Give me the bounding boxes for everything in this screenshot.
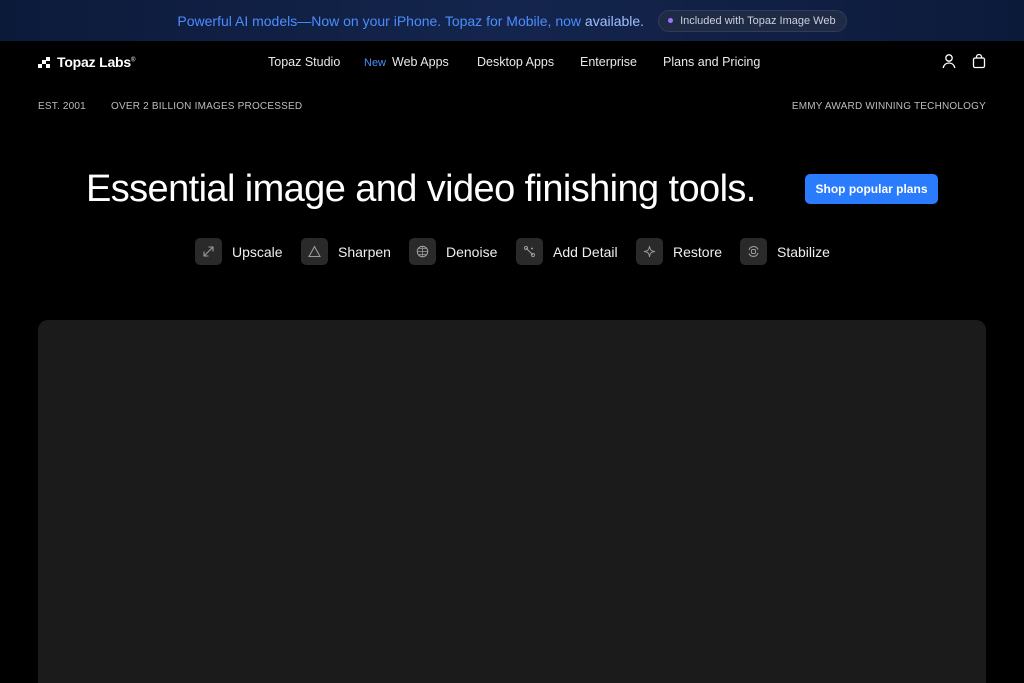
tagline-established: EST. 2001 xyxy=(38,101,86,112)
nav-link-web-apps[interactable]: New Web Apps xyxy=(364,55,449,69)
nav-link-topaz-studio[interactable]: Topaz Studio xyxy=(268,55,340,69)
announcement-banner: Powerful AI models—Now on your iPhone. T… xyxy=(0,0,1024,41)
denoise-icon xyxy=(409,238,436,265)
tool-upscale[interactable]: Upscale xyxy=(195,238,283,265)
dot-icon xyxy=(668,18,674,23)
tool-label: Restore xyxy=(673,243,723,260)
tool-label: Stabilize xyxy=(777,243,830,260)
tool-denoise[interactable]: Denoise xyxy=(409,238,497,265)
tool-add-detail[interactable]: Add Detail xyxy=(516,238,618,265)
nav-icons xyxy=(942,53,986,69)
add-detail-icon xyxy=(516,238,543,265)
account-icon[interactable] xyxy=(942,53,956,69)
banner-message: Powerful AI models—Now on your iPhone. T… xyxy=(177,12,582,29)
brand-logo[interactable]: Topaz Labs® xyxy=(38,54,135,70)
stabilize-icon xyxy=(740,238,767,265)
logo-mark-icon xyxy=(38,56,51,68)
shop-plans-button[interactable]: Shop popular plans xyxy=(805,174,938,204)
nav-link-web-apps-label: Web Apps xyxy=(392,55,449,69)
cart-icon[interactable] xyxy=(972,53,986,69)
new-badge: New xyxy=(364,57,387,69)
nav-link-enterprise[interactable]: Enterprise xyxy=(580,55,637,69)
tagline-award: EMMY AWARD WINNING TECHNOLOGY xyxy=(791,101,986,112)
tool-label: Upscale xyxy=(232,243,283,260)
banner-pill-label: Included with Topaz Image Web xyxy=(680,14,836,27)
tool-label: Denoise xyxy=(446,243,498,260)
banner-message-link[interactable]: Powerful AI models—Now on your iPhone. T… xyxy=(177,13,644,29)
tool-sharpen[interactable]: Sharpen xyxy=(301,238,391,265)
banner-pill[interactable]: Included with Topaz Image Web xyxy=(658,9,847,32)
hero-title: Essential image and video finishing tool… xyxy=(86,168,756,210)
nav-link-desktop-apps[interactable]: Desktop Apps xyxy=(477,55,554,69)
tool-restore[interactable]: Restore xyxy=(636,238,722,265)
nav-link-plans-pricing[interactable]: Plans and Pricing xyxy=(663,55,760,69)
upscale-icon xyxy=(195,238,222,265)
sharpen-icon xyxy=(301,238,328,265)
tool-label: Sharpen xyxy=(338,243,391,260)
restore-icon xyxy=(636,238,663,265)
tool-label: Add Detail xyxy=(553,243,618,260)
main-nav: Topaz Labs® Topaz Studio New Web Apps Des… xyxy=(0,41,1024,83)
tagline-processed: OVER 2 BILLION IMAGES PROCESSED xyxy=(111,101,303,112)
brand-name: Topaz Labs® xyxy=(57,54,136,70)
media-preview-panel xyxy=(38,320,986,683)
banner-message-suffix: available. xyxy=(584,12,645,29)
tool-stabilize[interactable]: Stabilize xyxy=(740,238,830,265)
